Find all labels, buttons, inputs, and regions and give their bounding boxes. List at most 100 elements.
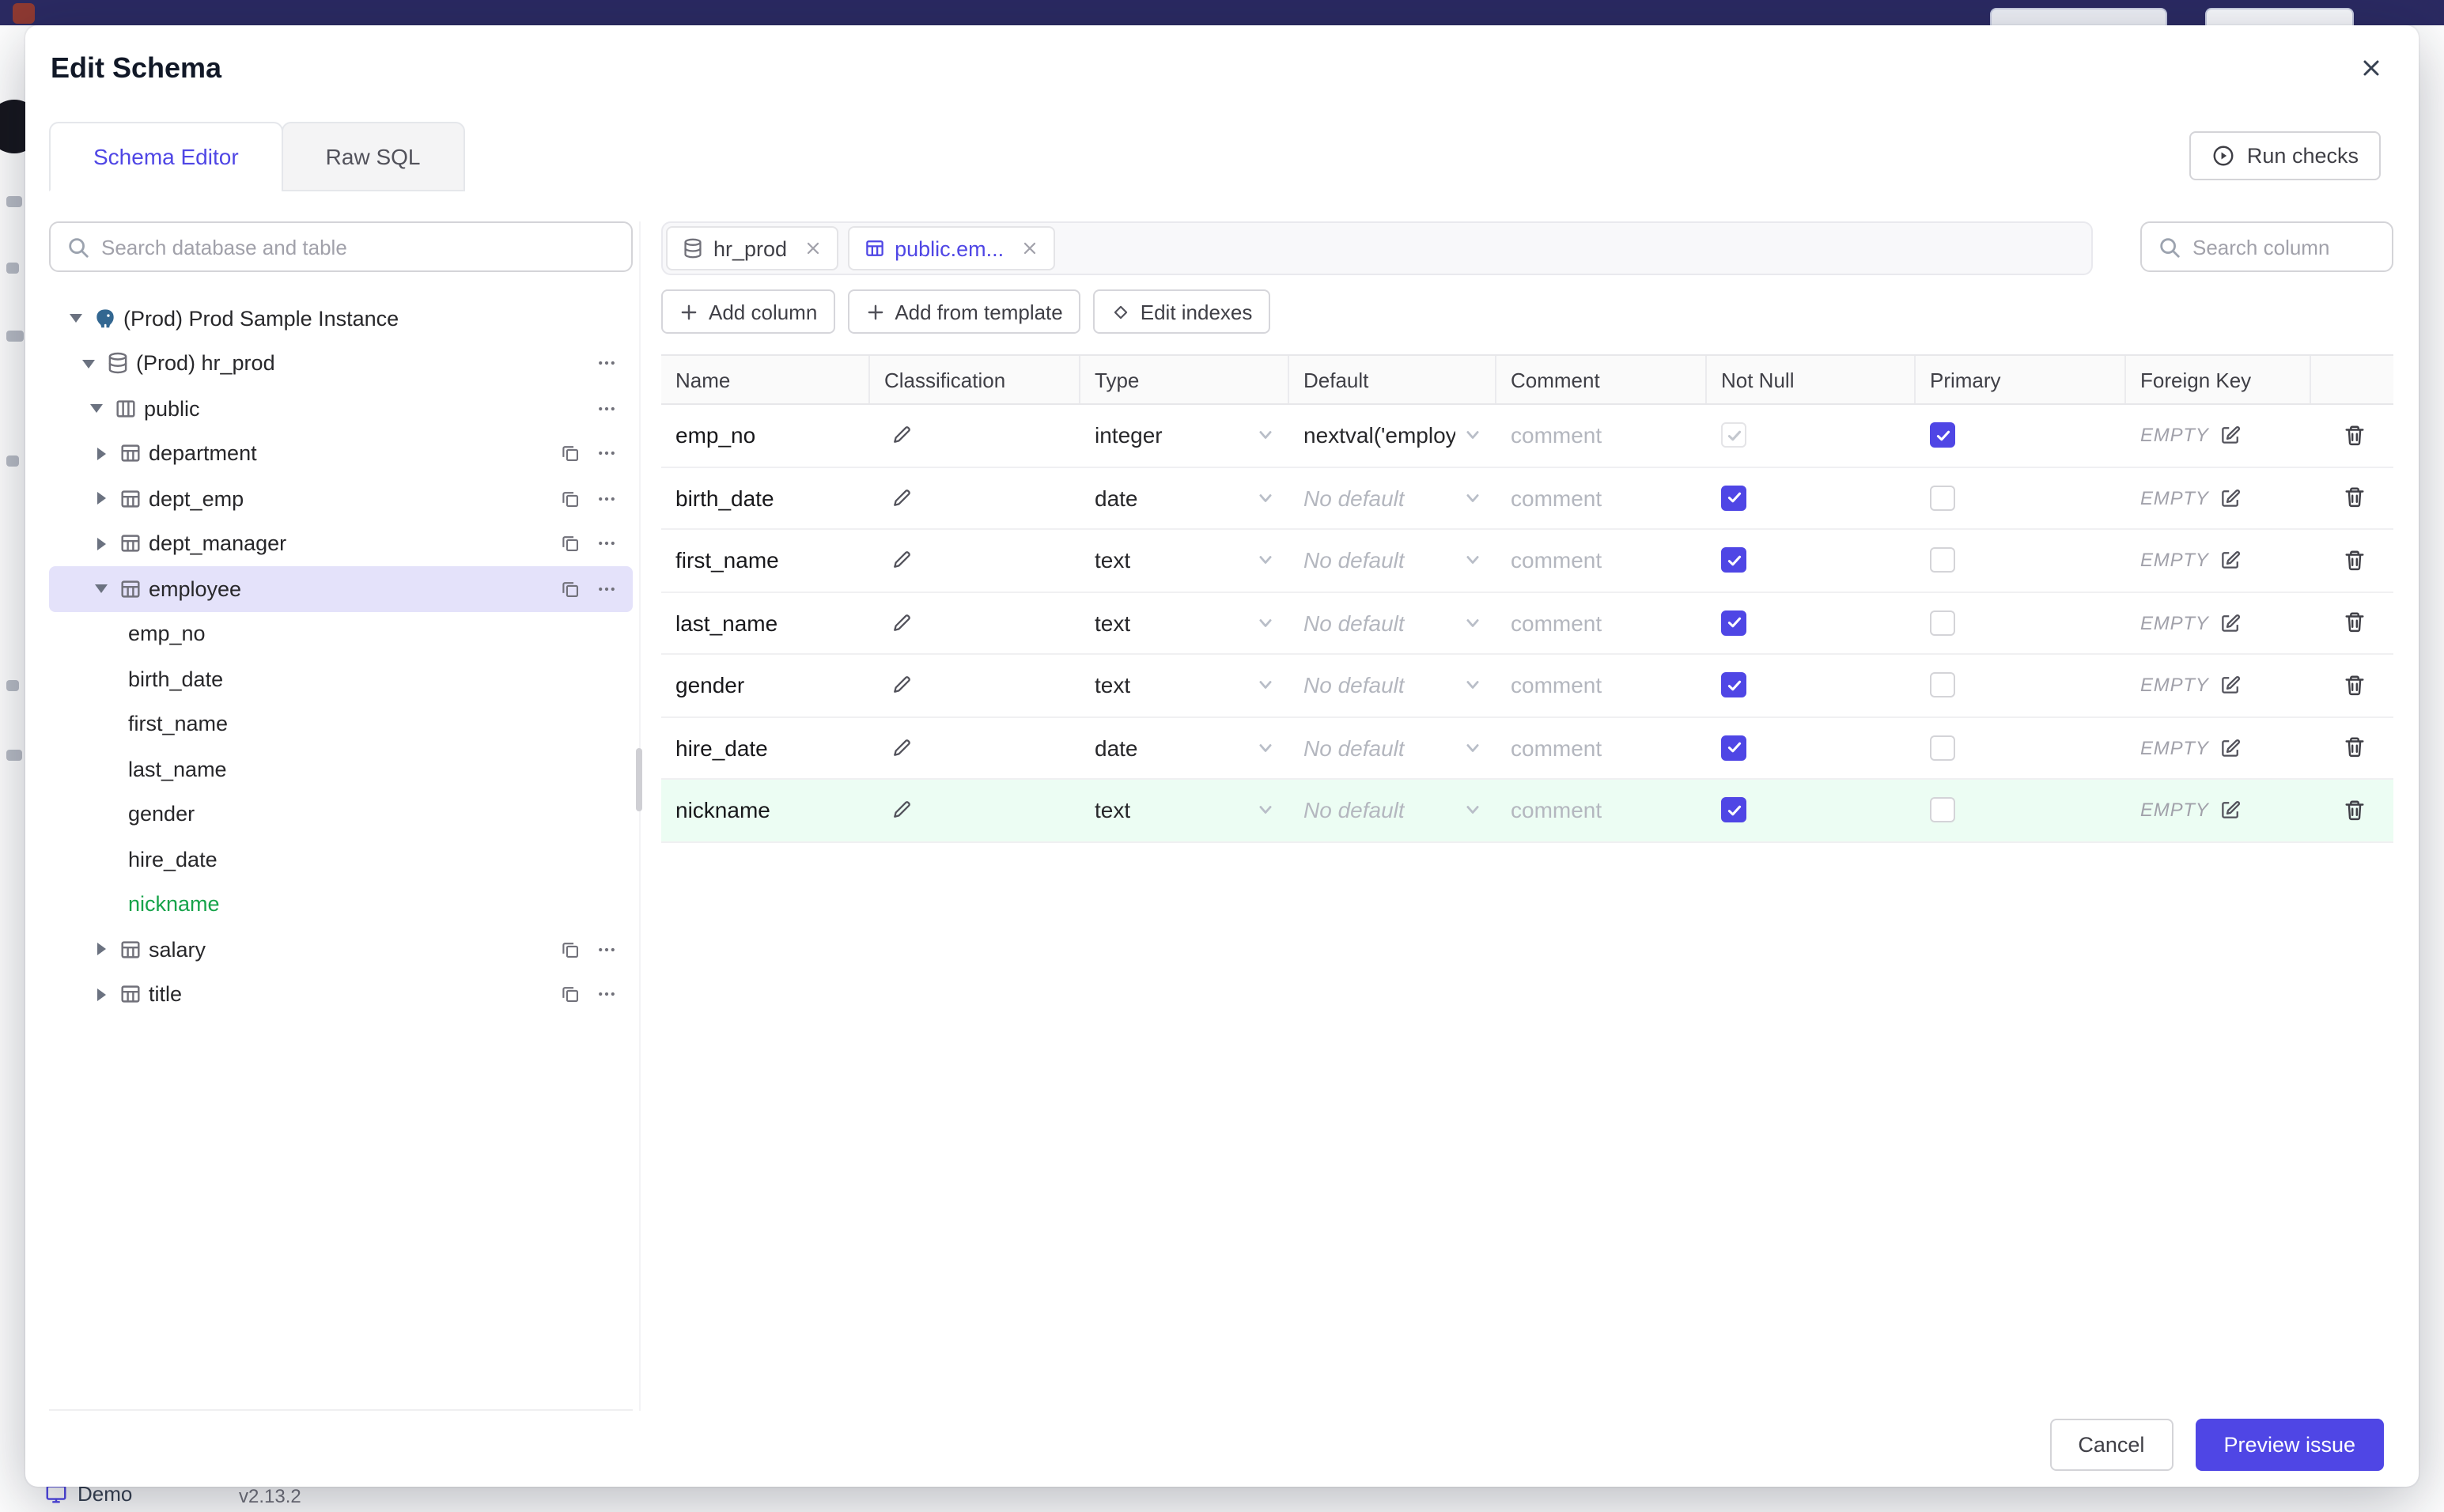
edit-foreign-key-icon[interactable] (2220, 799, 2242, 822)
sidebar-search-input[interactable] (51, 223, 631, 270)
edit-indexes-button[interactable]: Edit indexes (1092, 289, 1270, 334)
run-checks-button[interactable]: Run checks (2189, 131, 2381, 180)
close-icon[interactable] (2355, 54, 2387, 85)
not-null-checkbox-checked[interactable] (1721, 797, 1746, 823)
default-select[interactable]: No default (1289, 467, 1496, 528)
name-cell[interactable]: emp_no (661, 405, 870, 466)
primary-checkbox-unchecked[interactable] (1930, 672, 1955, 698)
caret-right-icon[interactable] (89, 441, 114, 467)
delete-column-icon[interactable] (2343, 674, 2366, 697)
primary-checkbox-unchecked[interactable] (1930, 485, 1955, 511)
name-cell[interactable]: hire_date (661, 717, 870, 778)
comment-input[interactable]: comment (1496, 780, 1707, 841)
comment-input[interactable]: comment (1496, 655, 1707, 716)
comment-input[interactable]: comment (1496, 467, 1707, 528)
copy-icon[interactable] (560, 534, 581, 554)
tree-item-title[interactable]: title (49, 972, 633, 1017)
more-menu-icon[interactable] (596, 444, 617, 464)
tree-item-dept-emp[interactable]: dept_emp (49, 476, 633, 521)
caret-down-icon[interactable] (63, 306, 89, 331)
caret-right-icon[interactable] (89, 531, 114, 557)
not-null-checkbox-checked[interactable] (1721, 610, 1746, 636)
not-null-checkbox-checked[interactable] (1721, 547, 1746, 573)
name-cell[interactable]: last_name (661, 592, 870, 653)
delete-column-icon[interactable] (2343, 486, 2366, 510)
type-select[interactable]: text (1080, 780, 1289, 841)
tree-item-salary[interactable]: salary (49, 927, 633, 972)
classification-edit-icon[interactable] (891, 425, 913, 447)
delete-column-icon[interactable] (2343, 799, 2366, 822)
tree-item-first-name[interactable]: first_name (49, 701, 633, 747)
tab-schema-editor[interactable]: Schema Editor (49, 122, 283, 191)
tree-item-prod-hr-prod[interactable]: (Prod) hr_prod (49, 341, 633, 386)
tree-item-prod-prod-sample-instance[interactable]: (Prod) Prod Sample Instance (49, 296, 633, 341)
edit-foreign-key-icon[interactable] (2220, 737, 2242, 759)
editor-tab-hr-prod[interactable]: hr_prod (666, 226, 838, 270)
caret-down-icon[interactable] (89, 576, 114, 602)
caret-right-icon[interactable] (89, 486, 114, 512)
default-select[interactable]: No default (1289, 530, 1496, 591)
copy-icon[interactable] (560, 489, 581, 509)
default-select[interactable]: nextval('employ (1289, 405, 1496, 466)
tree-item-employee[interactable]: employee (49, 566, 633, 611)
type-select[interactable]: text (1080, 655, 1289, 716)
more-menu-icon[interactable] (596, 353, 617, 374)
copy-icon[interactable] (560, 444, 581, 464)
comment-input[interactable]: comment (1496, 592, 1707, 653)
comment-input[interactable]: comment (1496, 405, 1707, 466)
panel-scrollbar-thumb[interactable] (636, 748, 642, 811)
edit-foreign-key-icon[interactable] (2220, 675, 2242, 697)
tab-raw-sql[interactable]: Raw SQL (281, 122, 465, 191)
classification-edit-icon[interactable] (891, 487, 913, 509)
preview-issue-button[interactable]: Preview issue (2195, 1419, 2384, 1471)
caret-down-icon[interactable] (84, 396, 109, 421)
add-from-template-button[interactable]: Add from template (847, 289, 1080, 334)
comment-input[interactable]: comment (1496, 717, 1707, 778)
editor-tab-public-em[interactable]: public.em... (847, 226, 1055, 270)
cancel-button[interactable]: Cancel (2049, 1419, 2173, 1471)
tree-item-emp-no[interactable]: emp_no (49, 611, 633, 656)
more-menu-icon[interactable] (596, 489, 617, 509)
close-tab-icon[interactable] (803, 239, 822, 258)
primary-checkbox-unchecked[interactable] (1930, 797, 1955, 823)
tree-item-last-name[interactable]: last_name (49, 747, 633, 792)
name-cell[interactable]: birth_date (661, 467, 870, 528)
edit-foreign-key-icon[interactable] (2220, 550, 2242, 572)
classification-edit-icon[interactable] (891, 612, 913, 634)
caret-right-icon[interactable] (89, 982, 114, 1007)
not-null-checkbox-checked[interactable] (1721, 672, 1746, 698)
tree-item-hire-date[interactable]: hire_date (49, 837, 633, 882)
tree-item-public[interactable]: public (49, 386, 633, 431)
classification-edit-icon[interactable] (891, 737, 913, 759)
tree-item-dept-manager[interactable]: dept_manager (49, 521, 633, 566)
type-select[interactable]: text (1080, 592, 1289, 653)
delete-column-icon[interactable] (2343, 736, 2366, 760)
name-cell[interactable]: nickname (661, 780, 870, 841)
close-tab-icon[interactable] (1020, 239, 1039, 258)
primary-checkbox-checked[interactable] (1930, 422, 1955, 448)
tree-item-nickname[interactable]: nickname (49, 882, 633, 927)
delete-column-icon[interactable] (2343, 549, 2366, 573)
add-column-button[interactable]: Add column (661, 289, 835, 334)
name-cell[interactable]: first_name (661, 530, 870, 591)
more-menu-icon[interactable] (596, 579, 617, 599)
tree-item-birth-date[interactable]: birth_date (49, 656, 633, 701)
more-menu-icon[interactable] (596, 939, 617, 960)
edit-foreign-key-icon[interactable] (2220, 487, 2242, 509)
default-select[interactable]: No default (1289, 717, 1496, 778)
delete-column-icon[interactable] (2343, 424, 2366, 448)
caret-right-icon[interactable] (89, 937, 114, 962)
not-null-checkbox-checked[interactable] (1721, 735, 1746, 761)
comment-input[interactable]: comment (1496, 530, 1707, 591)
delete-column-icon[interactable] (2343, 611, 2366, 635)
type-select[interactable]: integer (1080, 405, 1289, 466)
edit-foreign-key-icon[interactable] (2220, 612, 2242, 634)
type-select[interactable]: text (1080, 530, 1289, 591)
edit-foreign-key-icon[interactable] (2220, 425, 2242, 447)
tree-item-department[interactable]: department (49, 431, 633, 476)
primary-checkbox-unchecked[interactable] (1930, 610, 1955, 636)
default-select[interactable]: No default (1289, 592, 1496, 653)
classification-edit-icon[interactable] (891, 799, 913, 822)
copy-icon[interactable] (560, 579, 581, 599)
classification-edit-icon[interactable] (891, 550, 913, 572)
